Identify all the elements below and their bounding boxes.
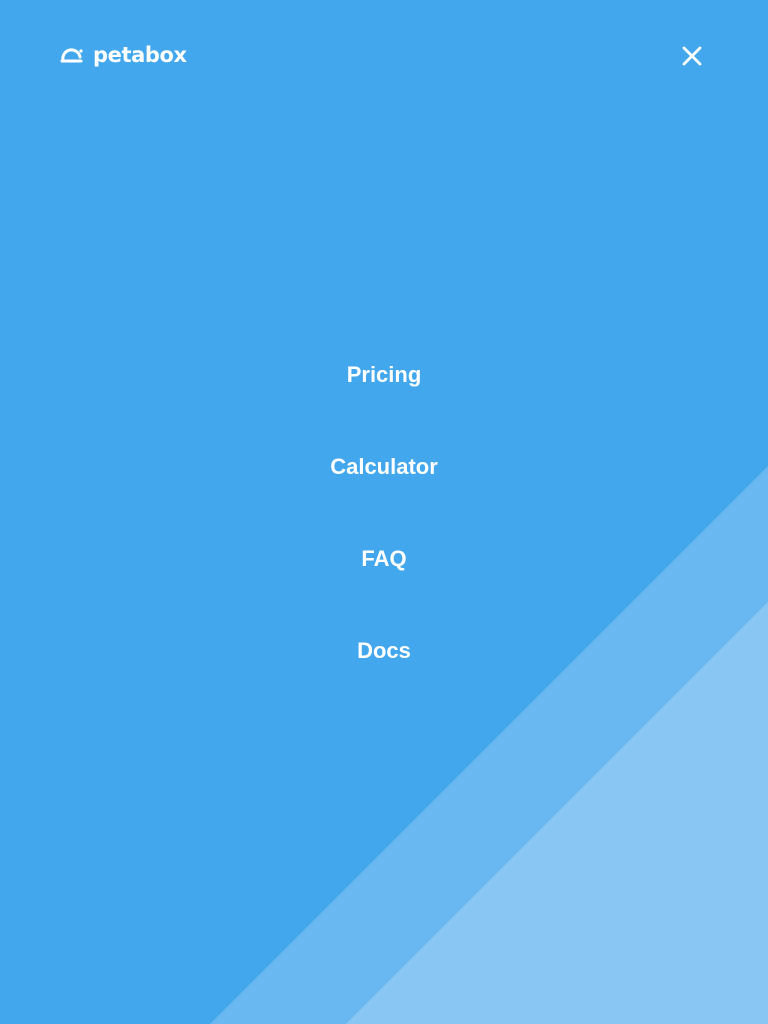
close-menu-button[interactable] (676, 40, 708, 72)
brand-logo[interactable]: petabox (60, 41, 187, 69)
main-menu: Pricing Calculator FAQ Docs (0, 350, 768, 718)
menu-item-docs[interactable]: Docs (357, 626, 411, 676)
menu-item-pricing[interactable]: Pricing (347, 350, 422, 400)
close-icon (682, 46, 702, 66)
header: petabox (0, 0, 768, 110)
cloud-icon (60, 45, 84, 65)
menu-item-calculator[interactable]: Calculator (330, 442, 438, 492)
brand-name: petabox (93, 43, 187, 67)
menu-item-faq[interactable]: FAQ (361, 534, 406, 584)
